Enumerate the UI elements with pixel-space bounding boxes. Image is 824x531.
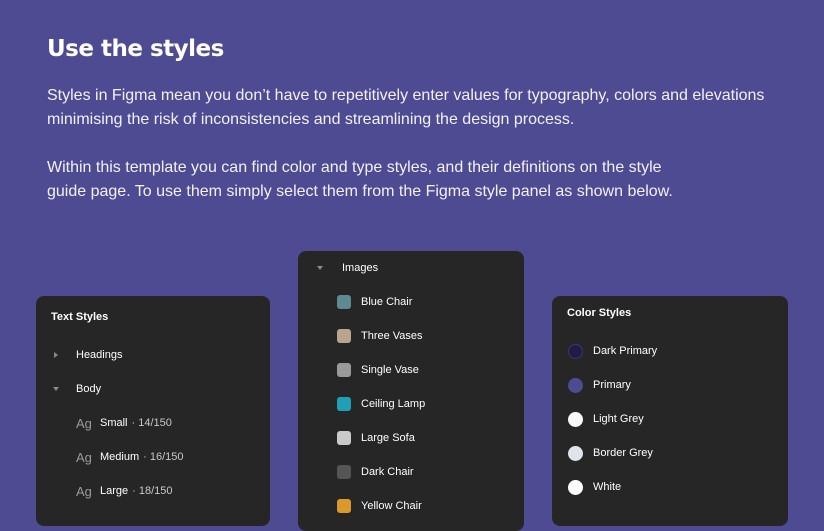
color-style-item[interactable]: Light Grey bbox=[552, 409, 788, 429]
caret-down-icon bbox=[298, 266, 342, 270]
color-swatch-icon bbox=[568, 479, 583, 495]
caret-down-icon bbox=[36, 387, 76, 391]
image-style-item[interactable]: Large Sofa bbox=[298, 428, 524, 448]
image-style-item[interactable]: Dark Chair bbox=[298, 462, 524, 482]
page-title: Use the styles bbox=[47, 36, 224, 62]
color-style-item[interactable]: Border Grey bbox=[552, 443, 788, 463]
image-style-item[interactable]: Blue Chair bbox=[298, 292, 524, 312]
image-style-label: Three Vases bbox=[361, 330, 423, 342]
text-styles-panel: Text Styles Headings Body Ag Small · 14/… bbox=[36, 296, 270, 526]
color-swatch-icon bbox=[568, 343, 583, 359]
text-style-label: Medium bbox=[100, 451, 140, 463]
color-swatch-icon bbox=[568, 377, 583, 393]
text-style-label: Large bbox=[100, 485, 129, 497]
large-sofa-thumb-icon bbox=[337, 431, 351, 445]
intro-paragraph: Styles in Figma mean you don’t have to r… bbox=[47, 87, 765, 128]
group-label: Body bbox=[76, 383, 102, 395]
text-styles-title: Text Styles bbox=[51, 311, 109, 323]
color-style-item[interactable]: Primary bbox=[552, 375, 788, 395]
text-style-meta: · 18/150 bbox=[132, 485, 173, 497]
image-style-item[interactable]: Three Vases bbox=[298, 326, 524, 346]
text-group-headings[interactable]: Headings bbox=[36, 345, 270, 365]
image-style-item[interactable]: Yellow Chair bbox=[298, 496, 524, 516]
caret-right-icon bbox=[36, 352, 76, 358]
images-title: Images bbox=[342, 262, 379, 274]
template-paragraph: Within this template you can find color … bbox=[47, 159, 673, 200]
color-swatch-icon bbox=[568, 445, 583, 461]
image-style-item[interactable]: Single Vase bbox=[298, 360, 524, 380]
color-style-label: Light Grey bbox=[593, 413, 644, 425]
color-style-label: Primary bbox=[593, 379, 631, 391]
yellow-chair-thumb-icon bbox=[337, 499, 351, 513]
text-style-meta: · 16/150 bbox=[143, 451, 184, 463]
text-style-large[interactable]: Ag Large · 18/150 bbox=[36, 481, 270, 501]
image-style-label: Yellow Chair bbox=[361, 500, 422, 512]
images-panel: Images Blue Chair Three Vases Single Vase C… bbox=[298, 251, 524, 531]
blue-chair-thumb-icon bbox=[337, 295, 351, 309]
text-style-medium[interactable]: Ag Medium · 16/150 bbox=[36, 447, 270, 467]
text-style-small[interactable]: Ag Small · 14/150 bbox=[36, 413, 270, 433]
single-vase-thumb-icon bbox=[337, 363, 351, 377]
color-styles-panel: Color Styles Dark Primary Primary Light Gr… bbox=[552, 296, 788, 526]
image-style-label: Blue Chair bbox=[361, 296, 413, 308]
color-style-item[interactable]: Dark Primary bbox=[552, 341, 788, 361]
image-style-item[interactable]: Ceiling Lamp bbox=[298, 394, 524, 414]
text-style-meta: · 14/150 bbox=[131, 417, 172, 429]
text-style-icon: Ag bbox=[76, 415, 92, 431]
three-vases-thumb-icon bbox=[337, 329, 351, 343]
text-style-label: Small bbox=[100, 417, 128, 429]
image-style-label: Large Sofa bbox=[361, 432, 415, 444]
color-style-item[interactable]: White bbox=[552, 477, 788, 497]
color-style-label: White bbox=[593, 481, 622, 493]
text-style-icon: Ag bbox=[76, 483, 92, 499]
text-style-icon: Ag bbox=[76, 449, 92, 465]
ceiling-lamp-thumb-icon bbox=[337, 397, 351, 411]
dark-chair-thumb-icon bbox=[337, 465, 351, 479]
image-style-label: Single Vase bbox=[361, 364, 419, 376]
color-swatch-icon bbox=[568, 411, 583, 427]
text-group-body[interactable]: Body bbox=[36, 379, 270, 399]
images-group[interactable]: Images bbox=[298, 258, 524, 278]
color-style-label: Border Grey bbox=[593, 447, 653, 459]
group-label: Headings bbox=[76, 349, 123, 361]
image-style-label: Ceiling Lamp bbox=[361, 398, 426, 410]
color-styles-title: Color Styles bbox=[567, 307, 632, 319]
image-style-label: Dark Chair bbox=[361, 466, 414, 478]
color-style-label: Dark Primary bbox=[593, 345, 658, 357]
